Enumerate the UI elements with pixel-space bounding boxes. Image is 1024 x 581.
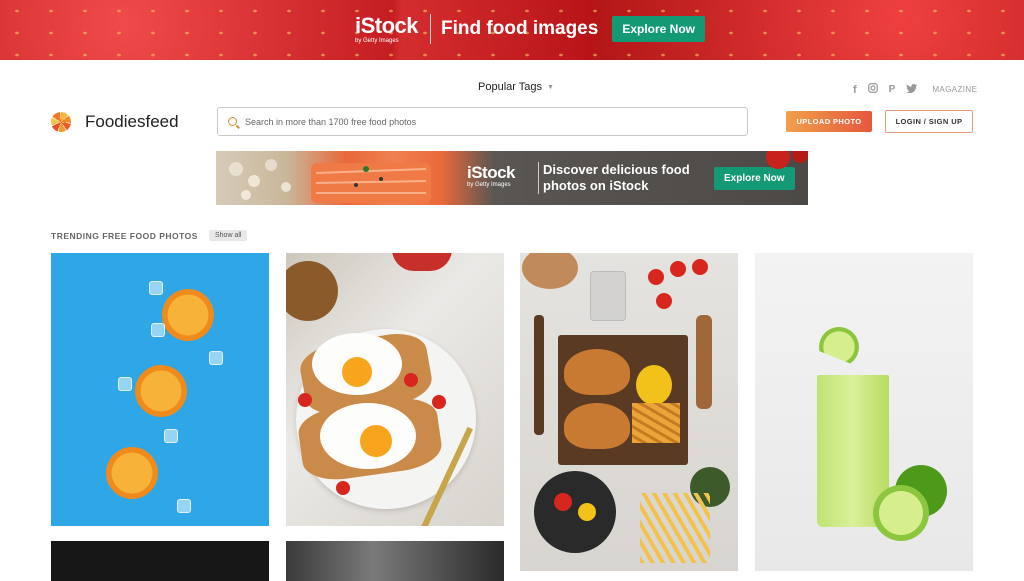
facebook-icon[interactable]: f xyxy=(853,84,857,96)
garlic-bowl xyxy=(522,253,578,289)
photo-card-lime-drink[interactable] xyxy=(755,253,973,571)
tomato-image xyxy=(766,151,808,169)
photo-card-eggs[interactable] xyxy=(286,253,504,526)
cherry-tomato xyxy=(692,259,708,275)
orange-slice xyxy=(162,289,214,341)
cherry-tomato xyxy=(336,481,350,495)
half-lime xyxy=(873,485,929,541)
logo-text: Foodiesfeed xyxy=(85,112,179,131)
ice-cube xyxy=(177,499,191,513)
chevron-down-icon: ▼ xyxy=(547,83,554,91)
egg-yolk xyxy=(342,357,372,387)
cherry-tomato xyxy=(432,395,446,409)
ice-cube xyxy=(151,323,165,337)
ad-text: Discover delicious food photos on iStock xyxy=(543,162,690,193)
istock-logo-text: iStock xyxy=(355,12,419,38)
banner-tagline: Find food images xyxy=(441,18,599,39)
top-explore-now-button[interactable]: Explore Now xyxy=(612,16,705,42)
egg-yolk xyxy=(360,425,392,457)
ice-cube xyxy=(149,281,163,295)
top-banner-content: iStock by Getty Images Find food images … xyxy=(355,12,705,46)
instagram-icon[interactable] xyxy=(867,83,878,96)
banner-divider xyxy=(430,14,432,44)
ad-divider xyxy=(538,162,539,194)
magazine-link[interactable]: MAGAZINE xyxy=(932,85,977,94)
show-all-button[interactable]: Show all xyxy=(209,230,248,241)
site-logo[interactable]: Foodiesfeed xyxy=(51,112,179,132)
istock-ad-banner[interactable]: iStock by Getty Images Discover deliciou… xyxy=(216,151,808,205)
ad-istock-text: iStock xyxy=(467,163,516,182)
istock-logo: iStock by Getty Images xyxy=(355,12,419,44)
pinterest-icon[interactable]: P xyxy=(889,84,896,95)
ice-cube xyxy=(118,377,132,391)
photo-card-blurred[interactable] xyxy=(286,541,504,581)
ad-istock-logo: iStock by Getty Images xyxy=(467,163,516,188)
search-bar[interactable] xyxy=(217,107,748,136)
salmon-image xyxy=(229,159,431,203)
popular-tags-label: Popular Tags xyxy=(478,81,543,93)
cherry-tomato xyxy=(648,269,664,285)
cherry-tomato xyxy=(298,393,312,407)
twitter-icon[interactable] xyxy=(906,83,918,96)
skillet xyxy=(534,471,616,553)
french-fries xyxy=(640,493,710,563)
ice-cube xyxy=(209,351,223,365)
cherry-tomato xyxy=(404,373,418,387)
ice-cube xyxy=(164,429,178,443)
section-title: TRENDING FREE FOOD PHOTOS xyxy=(51,231,198,241)
search-input[interactable] xyxy=(245,116,725,127)
ad-istock-sub: by Getty Images xyxy=(467,182,511,188)
glass-of-water xyxy=(590,271,626,321)
photo-card-dark[interactable] xyxy=(51,541,269,581)
tomato-bowl xyxy=(392,253,452,271)
orange-slice xyxy=(135,365,187,417)
potato-wedges xyxy=(632,403,680,443)
foodiesfeed-logo-icon xyxy=(51,112,71,132)
login-signup-button[interactable]: LOGIN / SIGN UP xyxy=(885,110,973,133)
pepper-slice xyxy=(578,503,596,521)
istock-logo-sub: by Getty Images xyxy=(355,37,399,44)
knife xyxy=(534,315,544,435)
burger xyxy=(564,349,630,395)
popular-tags-dropdown[interactable]: Popular Tags ▼ xyxy=(478,81,554,93)
lime-slice xyxy=(819,327,859,367)
pepper-slice xyxy=(554,493,572,511)
cherry-tomato xyxy=(670,261,686,277)
photo-card-oranges[interactable] xyxy=(51,253,269,526)
social-links: f P MAGAZINE xyxy=(853,83,977,96)
upload-photo-button[interactable]: UPLOAD PHOTO xyxy=(786,111,872,132)
orange-slice xyxy=(106,447,158,499)
corn xyxy=(636,365,672,405)
tea-cup xyxy=(286,261,338,321)
search-icon xyxy=(228,117,237,126)
cherry-tomato xyxy=(656,293,672,309)
pepper-mill xyxy=(696,315,712,409)
top-ad-banner[interactable]: iStock by Getty Images Find food images … xyxy=(0,0,1024,60)
photo-card-burgers[interactable] xyxy=(520,253,738,571)
burger xyxy=(564,403,630,449)
